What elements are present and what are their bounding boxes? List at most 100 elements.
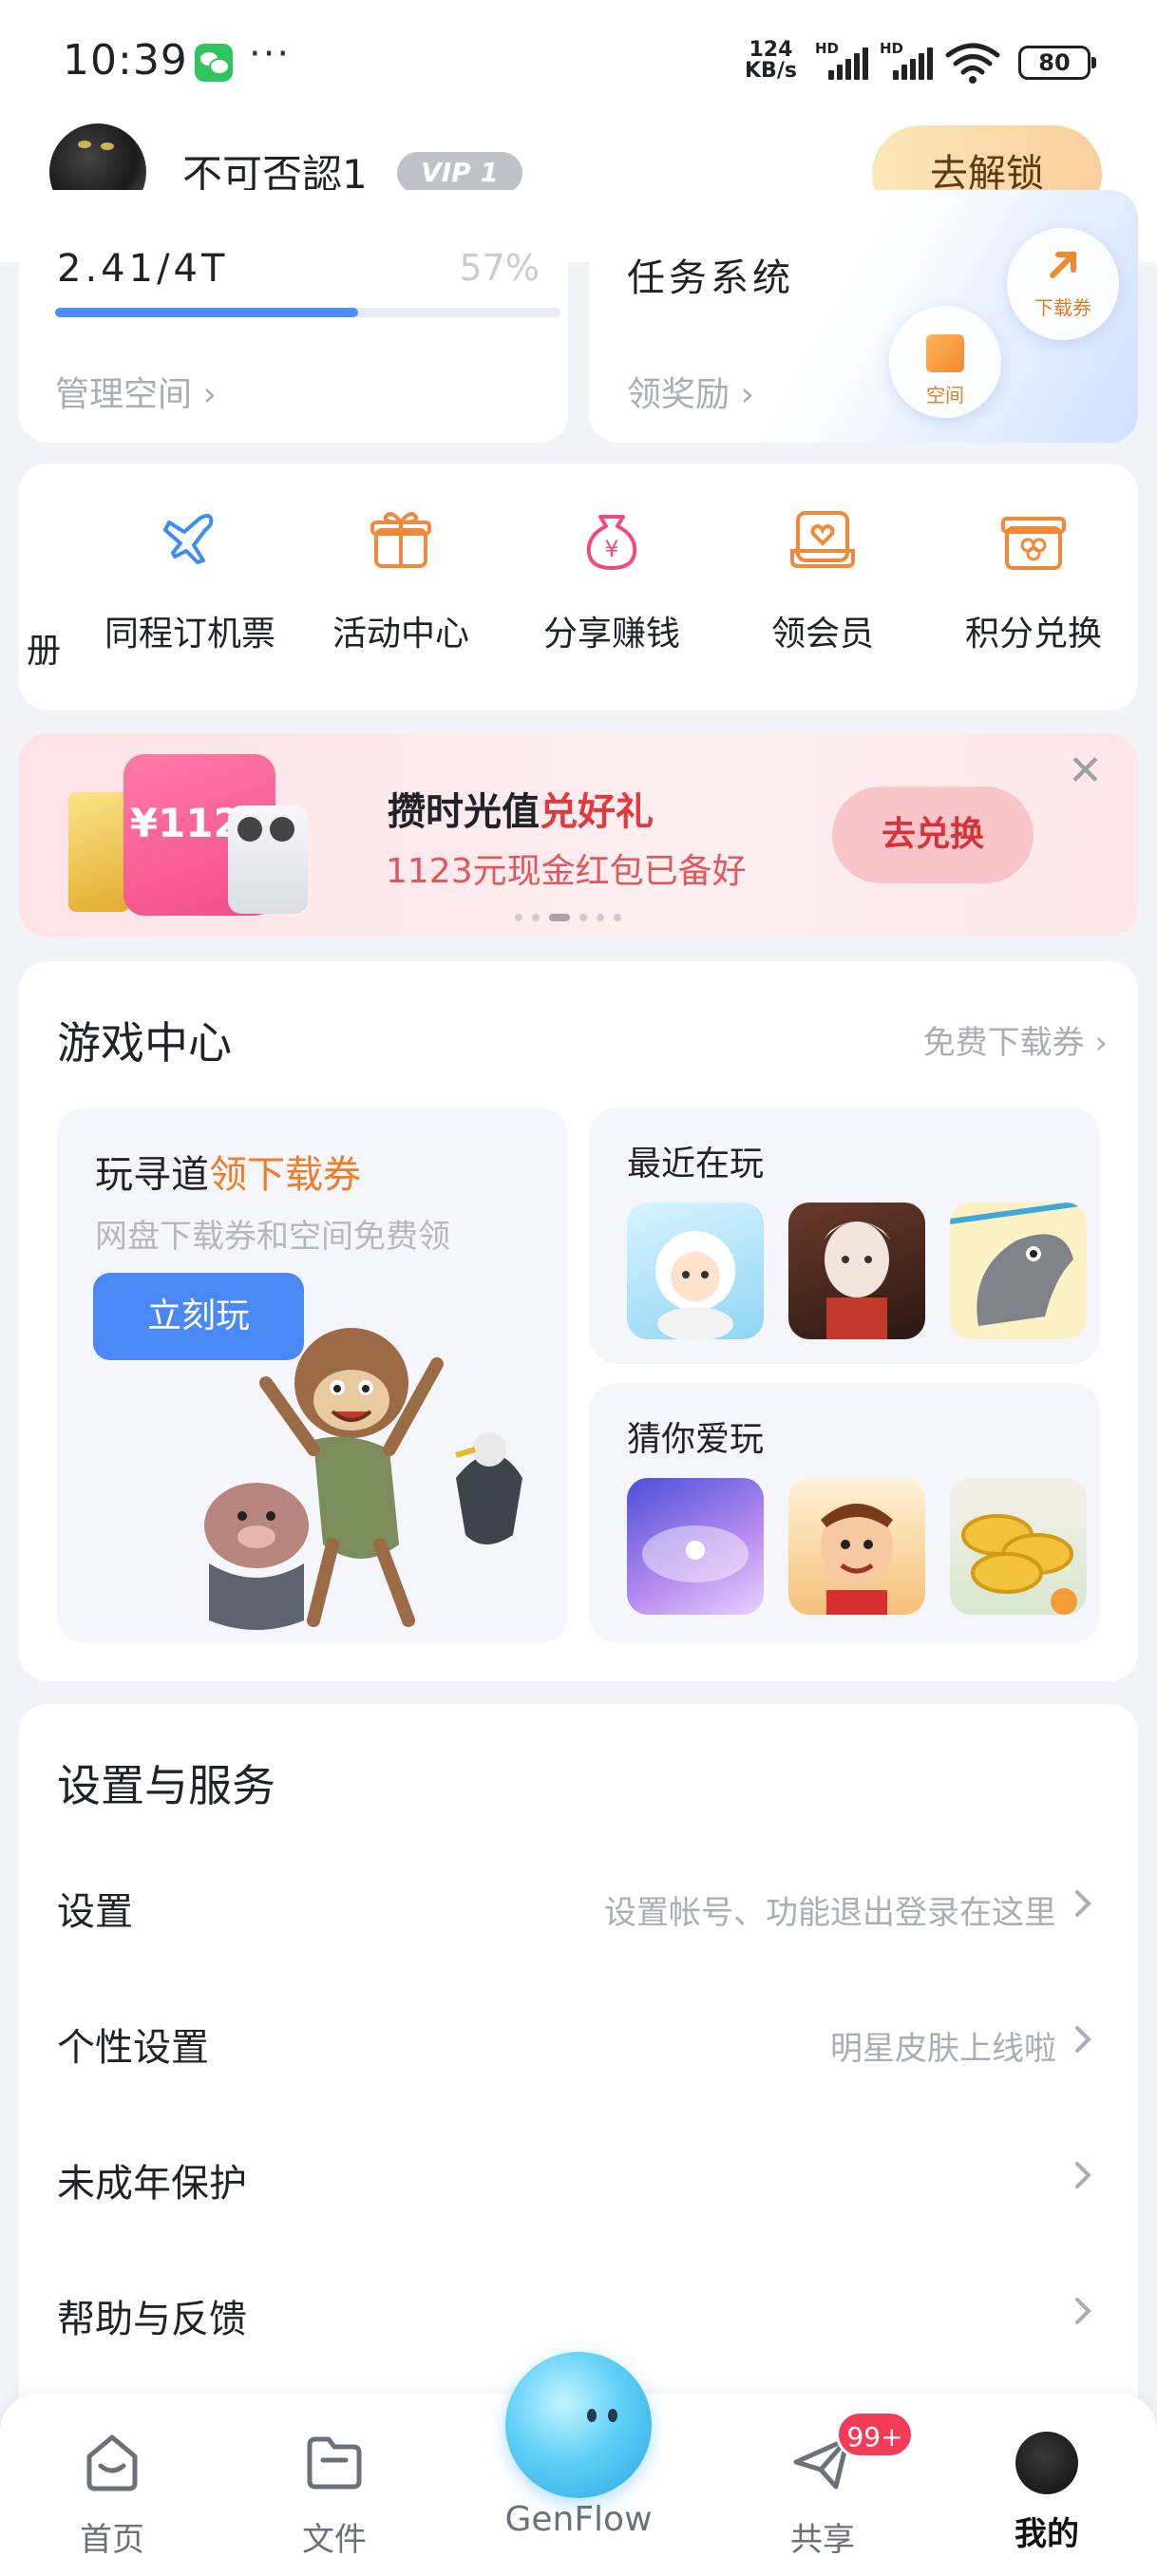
banner-page-dot	[579, 914, 587, 921]
quick-link-label: 积分兑换	[964, 615, 1102, 653]
settings-row-help-feedback[interactable]: 帮助与反馈	[57, 2273, 1100, 2349]
wechat-notification-icon	[195, 44, 233, 82]
promo-banner[interactable]: ¥1123 攒时光值兑好礼 1123元现金红包已备好 去兑换 ✕	[19, 733, 1138, 937]
settings-title: 设置与服务	[57, 1760, 275, 1811]
banner-page-dot	[597, 914, 604, 921]
quick-link-label: 同程订机票	[104, 615, 275, 653]
quick-link-label: 册	[26, 632, 61, 671]
storage-usage-text: 2.41/4T	[57, 247, 229, 291]
game-center-title: 游戏中心	[57, 1017, 232, 1069]
task-card[interactable]: 任务系统 领奖励 › 下载券 空间	[589, 190, 1138, 443]
space-bubble[interactable]: 空间	[889, 306, 1001, 418]
svg-text:¥: ¥	[604, 536, 618, 562]
settings-row-hint: 设置帐号、功能退出登录在这里	[604, 1894, 1056, 1932]
gift-box-icon	[370, 512, 431, 568]
nav-me[interactable]: 我的	[980, 2428, 1113, 2554]
points-gift-icon	[1001, 517, 1066, 570]
chevron-right-icon	[1075, 2026, 1091, 2053]
galaxy-game-icon	[642, 1525, 749, 1582]
banner-title-prefix: 攒时光值	[388, 790, 540, 834]
game-tile-astronaut[interactable]	[627, 1203, 764, 1339]
claim-reward-label: 领奖励	[627, 375, 730, 414]
game-tile-boss[interactable]	[788, 1478, 925, 1615]
banner-page-dot	[549, 914, 570, 921]
boss-game-icon	[821, 1504, 893, 1615]
more-notifications-icon: ···	[249, 32, 292, 76]
banner-subtitle: 1123元现金红包已备好	[386, 852, 747, 891]
game-characters-illustration	[204, 1328, 522, 1630]
featured-game-subtitle: 网盘下载券和空间免费领	[95, 1218, 450, 1256]
nav-share-label: 共享	[790, 2521, 855, 2559]
game-tile-coins[interactable]	[950, 1478, 1087, 1615]
claim-reward-link[interactable]: 领奖励 ›	[627, 367, 754, 416]
manage-space-label: 管理空间	[55, 375, 193, 414]
settings-row-hint: 明星皮肤上线啦	[830, 2030, 1056, 2068]
manage-space-link[interactable]: 管理空间 ›	[55, 367, 217, 416]
quick-link-flights[interactable]: 同程订机票	[95, 502, 285, 655]
phone-gift-image	[228, 805, 308, 914]
nav-files-label: 文件	[302, 2521, 367, 2559]
chevron-right-icon	[1075, 2298, 1091, 2324]
gold-bar-image	[68, 792, 129, 912]
game-tile-galaxy[interactable]	[627, 1478, 764, 1615]
settings-row-label: 个性设置	[57, 2026, 209, 2070]
download-voucher-bubble[interactable]: 下载券	[1007, 228, 1119, 340]
settings-row-label: 设置	[57, 1890, 133, 1934]
download-arrow-icon	[1050, 252, 1076, 278]
astronaut-game-icon	[655, 1231, 735, 1339]
quick-link-share-earn[interactable]: ¥ 分享赚钱	[517, 502, 707, 655]
banner-page-indicator	[515, 914, 621, 921]
network-speed-value: 124	[749, 38, 793, 62]
nav-home[interactable]: 首页	[46, 2428, 179, 2560]
settings-row-minor-protection[interactable]: 未成年保护	[57, 2137, 1100, 2213]
featured-title-prefix: 玩寻道	[95, 1153, 209, 1197]
quick-link-album[interactable]: 册	[15, 502, 72, 672]
nav-files[interactable]: 文件	[268, 2428, 401, 2560]
featured-title-highlight: 领下载券	[209, 1153, 361, 1197]
storage-progress-fill	[55, 308, 359, 317]
game-tile-warrior[interactable]	[788, 1203, 925, 1339]
share-badge: 99+	[836, 2411, 914, 2458]
warrior-game-icon	[823, 1222, 891, 1339]
quick-link-points[interactable]: 积分兑换	[939, 502, 1129, 655]
free-voucher-link[interactable]: 免费下载券 ›	[923, 1016, 1108, 1063]
settings-row-personalize[interactable]: 个性设置 明星皮肤上线啦	[57, 2001, 1100, 2077]
quick-link-activity[interactable]: 活动中心	[306, 502, 496, 655]
banner-title: 攒时光值兑好礼	[388, 781, 654, 836]
me-avatar	[1015, 2432, 1078, 2494]
settings-row-settings[interactable]: 设置 设置帐号、功能退出登录在这里	[57, 1866, 1100, 1941]
folder-icon	[307, 2436, 362, 2490]
featured-game-title: 玩寻道领下载券	[95, 1144, 361, 1199]
genflow-label[interactable]: GenFlow	[481, 2500, 676, 2539]
quick-link-label: 活动中心	[332, 615, 469, 653]
chevron-right-icon	[1075, 2162, 1091, 2188]
redeem-button[interactable]: 去兑换	[832, 786, 1034, 883]
network-speed-unit: KB/s	[745, 59, 797, 83]
quick-link-membership[interactable]: 领会员	[728, 502, 918, 655]
quick-link-label: 分享赚钱	[542, 615, 680, 653]
network-speed: 124 KB/s	[745, 40, 797, 82]
game-center-card: 游戏中心 免费下载券 › 玩寻道领下载券 网盘下载券和空间免费领 立刻玩 最近在…	[19, 961, 1138, 1681]
genflow-button[interactable]	[505, 2352, 652, 2498]
featured-game-card[interactable]: 玩寻道领下载券 网盘下载券和空间免费领 立刻玩	[57, 1108, 568, 1643]
wifi-icon	[945, 43, 1000, 84]
banner-page-dot	[532, 914, 540, 921]
home-icon	[86, 2434, 138, 2491]
storage-progress-bar	[55, 308, 560, 317]
airplane-icon	[163, 514, 214, 564]
storage-card[interactable]: 2.41/4T 57% 管理空间 ›	[19, 190, 568, 443]
member-card-icon	[790, 511, 855, 568]
battery-indicator: 80	[1018, 46, 1096, 80]
money-bag-icon: ¥	[586, 515, 637, 570]
vip-badge[interactable]: VIP 1	[397, 152, 522, 194]
download-voucher-label: 下载券	[1034, 296, 1091, 319]
game-tile-fish[interactable]	[950, 1203, 1087, 1339]
settings-row-label: 未成年保护	[57, 2162, 247, 2206]
close-icon[interactable]: ✕	[1068, 750, 1103, 792]
settings-row-label: 帮助与反馈	[57, 2298, 247, 2341]
task-title: 任务系统	[627, 256, 794, 300]
signal-icon-sim1: HD	[815, 40, 874, 82]
status-bar: 10:39 ··· 124 KB/s HD HD 80	[0, 0, 1157, 123]
banner-title-highlight: 兑好礼	[540, 790, 654, 834]
coins-game-icon	[961, 1514, 1077, 1615]
